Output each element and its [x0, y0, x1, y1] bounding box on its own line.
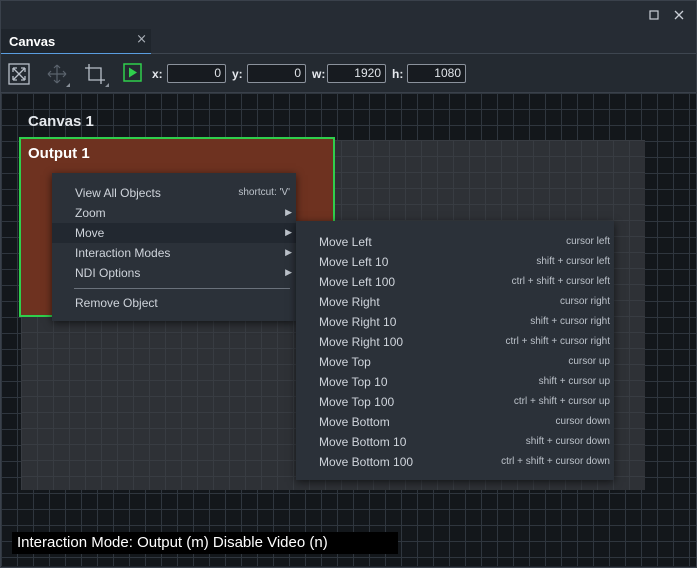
menu-item-zoom[interactable]: Zoom ▶: [52, 203, 296, 223]
w-label: w:: [312, 67, 326, 81]
menu-item-move-bottom[interactable]: Move Bottom cursor down: [296, 412, 614, 432]
menu-item-label: Move Left 10: [319, 255, 389, 269]
menu-item-shortcut: ctrl + shift + cursor up: [513, 396, 610, 407]
submenu-arrow-icon: ▶: [285, 227, 292, 237]
menu-item-label: Move Right: [319, 295, 380, 309]
menu-item-label: Move Top: [319, 355, 371, 369]
play-icon[interactable]: [123, 63, 145, 85]
context-menu: View All Objects shortcut: 'V' Zoom ▶ Mo…: [52, 173, 296, 321]
crop-tool-icon[interactable]: [84, 63, 109, 87]
menu-item-label: Move Bottom 100: [319, 455, 414, 469]
menu-item-move-left[interactable]: Move Left cursor left: [296, 232, 614, 252]
menu-item-label: Move: [75, 226, 105, 240]
tab-strip: Canvas ×: [1, 29, 696, 55]
x-label: x:: [152, 67, 163, 81]
menu-item-shortcut: cursor down: [555, 416, 610, 427]
menu-item-move[interactable]: Move ▶: [52, 223, 296, 243]
h-label: h:: [392, 67, 404, 81]
toolbar: x: 0 y: 0 w: 1920 h: 1080: [1, 54, 696, 93]
menu-item-shortcut: shift + cursor right: [530, 316, 610, 327]
menu-item-label: View All Objects: [75, 186, 161, 200]
menu-item-ndi-options[interactable]: NDI Options ▶: [52, 263, 296, 283]
menu-item-shortcut: ctrl + shift + cursor left: [511, 276, 610, 287]
menu-item-label: Interaction Modes: [75, 246, 171, 260]
x-input[interactable]: 0: [167, 64, 226, 83]
menu-item-label: Move Right 100: [319, 335, 404, 349]
submenu-arrow-icon: ▶: [285, 207, 292, 217]
menu-item-move-right-100[interactable]: Move Right 100 ctrl + shift + cursor rig…: [296, 332, 614, 352]
menu-item-label: Move Left 100: [319, 275, 396, 289]
close-icon[interactable]: [671, 7, 687, 23]
menu-item-move-right[interactable]: Move Right cursor right: [296, 292, 614, 312]
menu-item-move-top-100[interactable]: Move Top 100 ctrl + shift + cursor up: [296, 392, 614, 412]
tab-canvas[interactable]: Canvas ×: [1, 29, 151, 55]
menu-item-label: Move Top 100: [319, 395, 395, 409]
menu-item-move-bottom-100[interactable]: Move Bottom 100 ctrl + shift + cursor do…: [296, 452, 614, 472]
menu-item-remove-object[interactable]: Remove Object: [52, 293, 296, 313]
menu-item-label: Zoom: [75, 206, 106, 220]
menu-item-move-bottom-10[interactable]: Move Bottom 10 shift + cursor down: [296, 432, 614, 452]
submenu-arrow-icon: ▶: [285, 247, 292, 257]
menu-item-shortcut: shortcut: 'V': [238, 187, 290, 198]
menu-item-interaction-modes[interactable]: Interaction Modes ▶: [52, 243, 296, 263]
menu-item-label: Remove Object: [75, 296, 158, 310]
menu-item-view-all-objects[interactable]: View All Objects shortcut: 'V': [52, 183, 296, 203]
canvas-title: Canvas 1: [28, 113, 94, 130]
status-bar: Interaction Mode: Output (m) Disable Vid…: [12, 532, 398, 554]
title-bar: [1, 1, 696, 29]
menu-item-label: Move Top 10: [319, 375, 388, 389]
y-label: y:: [232, 67, 243, 81]
menu-item-label: Move Right 10: [319, 315, 397, 329]
menu-item-label: Move Bottom 10: [319, 435, 407, 449]
menu-item-label: NDI Options: [75, 266, 141, 280]
menu-item-shortcut: shift + cursor up: [538, 376, 610, 387]
menu-item-shortcut: cursor right: [559, 296, 610, 307]
menu-item-move-left-100[interactable]: Move Left 100 ctrl + shift + cursor left: [296, 272, 614, 292]
menu-item-shortcut: cursor left: [566, 236, 610, 247]
tab-label: Canvas: [9, 34, 56, 49]
fit-view-icon[interactable]: [8, 63, 30, 85]
y-input[interactable]: 0: [247, 64, 306, 83]
menu-item-shortcut: cursor up: [568, 356, 610, 367]
menu-item-shortcut: ctrl + shift + cursor down: [501, 456, 610, 467]
move-tool-icon[interactable]: [46, 63, 70, 87]
maximize-icon[interactable]: [646, 7, 662, 23]
menu-item-move-top-10[interactable]: Move Top 10 shift + cursor up: [296, 372, 614, 392]
menu-item-move-left-10[interactable]: Move Left 10 shift + cursor left: [296, 252, 614, 272]
menu-separator: [74, 288, 290, 289]
menu-item-move-top[interactable]: Move Top cursor up: [296, 352, 614, 372]
h-input[interactable]: 1080: [407, 64, 466, 83]
menu-item-move-right-10[interactable]: Move Right 10 shift + cursor right: [296, 312, 614, 332]
output-title: Output 1: [28, 145, 90, 162]
menu-item-shortcut: shift + cursor down: [525, 436, 610, 447]
menu-item-shortcut: shift + cursor left: [536, 256, 610, 267]
menu-item-shortcut: ctrl + shift + cursor right: [505, 336, 610, 347]
move-submenu: Move Left cursor left Move Left 10 shift…: [296, 221, 614, 480]
tab-close-icon[interactable]: ×: [136, 32, 147, 47]
w-input[interactable]: 1920: [327, 64, 386, 83]
menu-item-label: Move Left: [319, 235, 372, 249]
menu-item-label: Move Bottom: [319, 415, 390, 429]
submenu-arrow-icon: ▶: [285, 267, 292, 277]
